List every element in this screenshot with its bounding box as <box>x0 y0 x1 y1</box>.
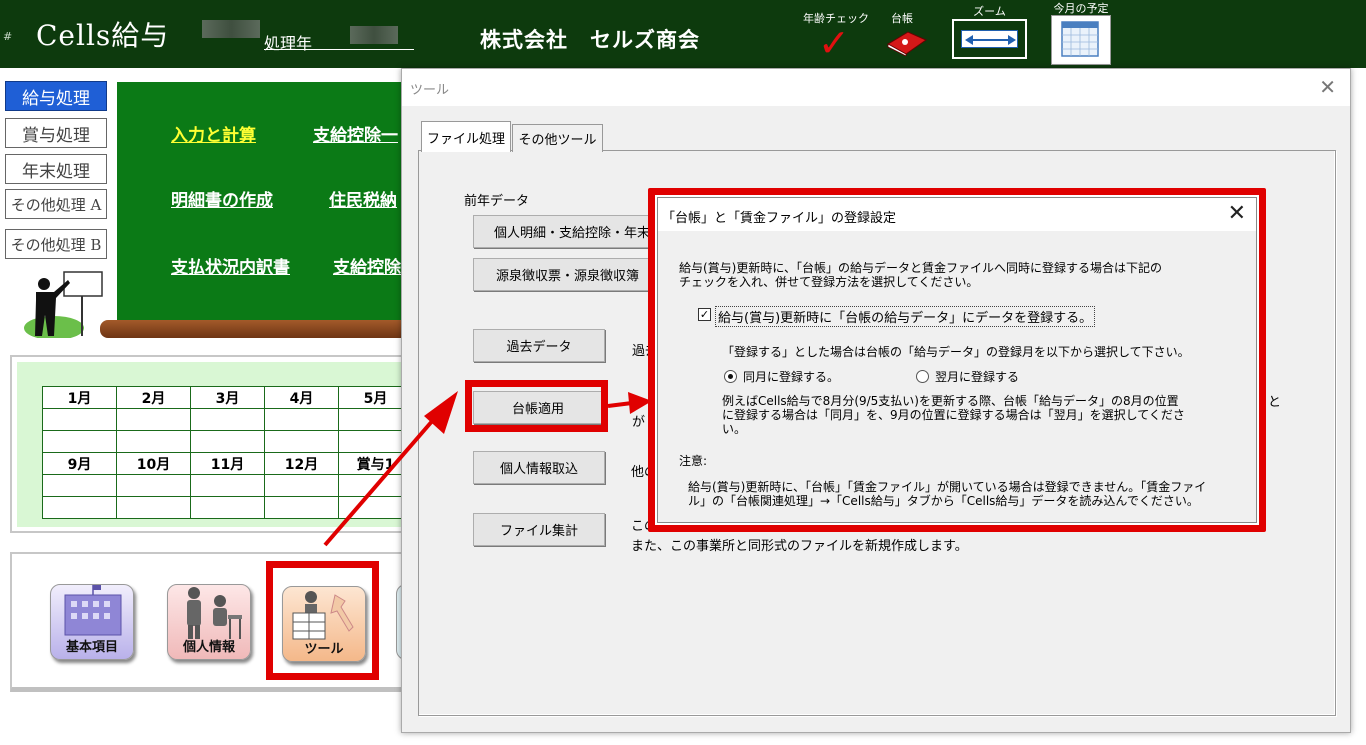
presenter-figure-icon <box>24 271 103 338</box>
basic-items-button[interactable]: 基本項目 <box>50 584 134 660</box>
tab-file-processing[interactable]: ファイル処理 <box>421 121 511 152</box>
ledger-label: 台帳 <box>891 12 913 25</box>
month-row: 1月 2月 3月 4月 5月 <box>42 386 413 409</box>
calendar-icon[interactable] <box>1051 15 1111 65</box>
age-check-icon[interactable]: ✓ <box>818 24 850 62</box>
file-total-button[interactable]: ファイル集計 <box>473 513 605 546</box>
nav-bonus-processing[interactable]: 賞与処理 <box>5 118 107 148</box>
processing-year-label: 処理年 <box>264 34 313 53</box>
month-cell[interactable]: 10月 <box>116 452 191 475</box>
redacted-year <box>350 26 398 44</box>
ledger-book-icon[interactable] <box>884 30 928 56</box>
import-personal-button[interactable]: 個人情報取込 <box>473 451 605 484</box>
withholding-button[interactable]: 源泉徴収票・源泉徴収簿 <box>473 258 663 291</box>
menu-input-and-calc[interactable]: 入力と計算 <box>171 121 256 146</box>
radio-next-month-label[interactable]: 翌月に登録する <box>935 370 1019 384</box>
building-icon <box>64 585 122 636</box>
personal-info-button[interactable]: 個人情報 <box>167 584 251 660</box>
ledger-apply-desc-right: と <box>1268 395 1282 410</box>
radio-next-month[interactable] <box>916 370 929 383</box>
reg-select-month-text: 「登録する」とした場合は台帳の「給与データ」の登録月を以下から選択して下さい。 <box>722 345 1190 359</box>
month-cell[interactable]: 4月 <box>264 386 339 409</box>
reg-example-2: に登録する場合は「同月」を、9月の位置に登録する場合は「翌月」を選択してくださ <box>722 408 1185 422</box>
menu-deduction-2[interactable]: 支給控除 <box>333 253 401 278</box>
company-name: 株式会社 セルズ商会 <box>480 28 700 52</box>
ledger-apply-highlight-frame <box>465 380 608 432</box>
personal-detail-button[interactable]: 個人明細・支給控除・年末 <box>473 215 663 248</box>
menu-payment-status[interactable]: 支払状況内訳書 <box>171 253 290 278</box>
reg-note-label: 注意: <box>679 454 708 468</box>
nav-salary-processing[interactable]: 給与処理 <box>5 81 107 111</box>
month-cell[interactable]: 3月 <box>190 386 265 409</box>
month-cell[interactable]: 1月 <box>42 386 117 409</box>
registration-settings-dialog: 「台帳」と「賃金ファイル」の登録設定 ✕ 給与(賞与)更新時に、「台帳」の給与デ… <box>657 197 1257 523</box>
tool-highlight-frame <box>266 561 379 680</box>
radio-same-month[interactable] <box>724 370 737 383</box>
register-ledger-checkbox-label[interactable]: 給与(賞与)更新時に「台帳の給与データ」にデータを登録する。 <box>715 306 1096 327</box>
reg-example-1: 例えばCells給与で8月分(9/5支払い)を更新する際、台帳「給与データ」の8… <box>722 394 1179 408</box>
zoom-button[interactable] <box>952 19 1027 59</box>
ledger-apply-desc: が <box>632 415 646 430</box>
register-ledger-checkbox[interactable]: ✓ <box>698 308 711 321</box>
app-header: # Cells給与 処理年 株式会社 セルズ商会 年齢チェック ✓ 台帳 ズーム <box>0 0 1366 68</box>
month-cell[interactable]: 11月 <box>190 452 265 475</box>
reg-dialog-close-icon[interactable]: ✕ <box>1228 201 1246 226</box>
month-cell[interactable]: 2月 <box>116 386 191 409</box>
zoom-label: ズーム <box>973 5 1006 18</box>
app-window: # Cells給与 処理年 株式会社 セルズ商会 年齢チェック ✓ 台帳 ズーム <box>0 0 1366 745</box>
month-cell[interactable]: 9月 <box>42 452 117 475</box>
month-table: 1月 2月 3月 4月 5月 9月 10月 11月 12月 賞与1 <box>42 386 413 519</box>
basic-items-label: 基本項目 <box>65 640 118 655</box>
reg-dialog-titlebar: 「台帳」と「賃金ファイル」の登録設定 ✕ <box>658 198 1256 231</box>
reg-note-1: 給与(賞与)更新時に、「台帳」「賃金ファイル」が開いている場合は登録できません。… <box>688 480 1207 494</box>
menu-deduction-list[interactable]: 支給控除一 <box>313 121 398 146</box>
app-title: Cells給与 <box>36 19 170 52</box>
reg-note-2: ル」の「台帳関連処理」→「Cells給与」タブから「Cells給与」データを読み… <box>688 494 1199 508</box>
month-row: 9月 10月 11月 12月 賞与1 <box>42 452 413 475</box>
tool-dialog-title: ツール <box>410 83 450 98</box>
menu-create-statement[interactable]: 明細書の作成 <box>171 186 273 211</box>
prev-year-label: 前年データ <box>464 194 530 209</box>
personal-info-label: 個人情報 <box>182 640 235 655</box>
radio-same-month-label[interactable]: 同月に登録する。 <box>743 370 839 384</box>
schedule-label: 今月の予定 <box>1053 2 1109 15</box>
past-data-button[interactable]: 過去データ <box>473 329 605 362</box>
nav-other-processing-a[interactable]: その他処理 A <box>5 189 107 219</box>
file-total-desc-2: また、この事業所と同形式のファイルを新規作成します。 <box>631 539 968 554</box>
ground-bar <box>100 320 410 338</box>
zoom-arrows-icon <box>961 30 1018 48</box>
month-cell[interactable]: 12月 <box>264 452 339 475</box>
reg-intro-2: チェックを入れ、併せて登録方法を選択してください。 <box>679 275 979 289</box>
redacted-field <box>202 20 260 38</box>
reg-intro-1: 給与(賞与)更新時に、「台帳」の給与データと賃金ファイルへ同時に登録する場合は下… <box>679 261 1163 275</box>
hash-mark: # <box>3 30 13 43</box>
people-icon <box>187 587 242 639</box>
nav-other-processing-b[interactable]: その他処理 B <box>5 229 107 259</box>
reg-dialog-title: 「台帳」と「賃金ファイル」の登録設定 <box>662 211 897 226</box>
tab-other-tools[interactable]: その他ツール <box>512 124 603 152</box>
menu-resident-tax[interactable]: 住民税納 <box>329 186 397 211</box>
reg-example-3: い。 <box>722 422 747 436</box>
nav-year-end-processing[interactable]: 年末処理 <box>5 154 107 184</box>
tool-dialog-close-icon[interactable]: ✕ <box>1319 75 1336 99</box>
